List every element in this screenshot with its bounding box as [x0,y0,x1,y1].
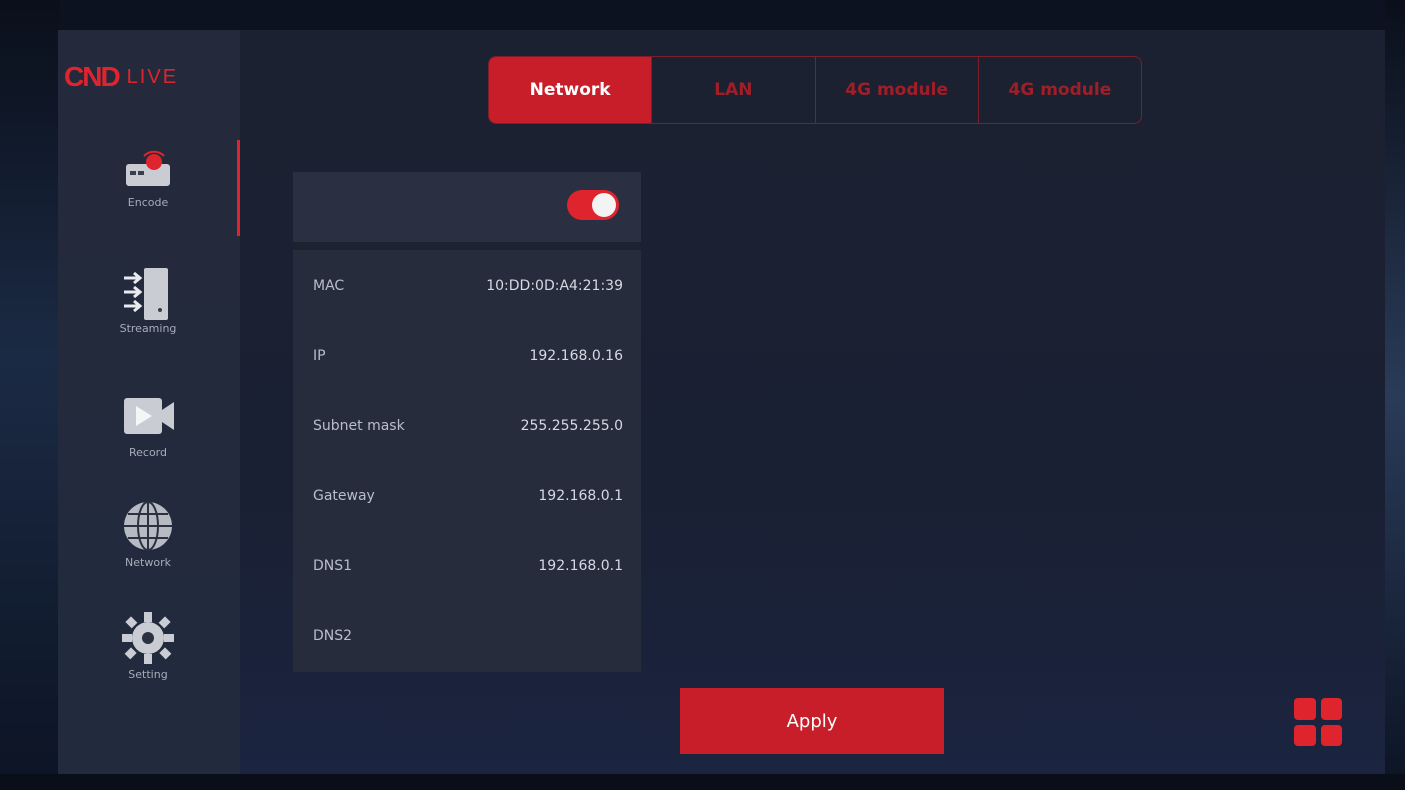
brand-logo: CND LIVE [64,61,179,92]
tab-4g-module-1[interactable]: 4G module [816,57,979,123]
sidebar-item-setting[interactable]: Setting [88,610,208,681]
tab-4g-module-2[interactable]: 4G module [979,57,1141,123]
app-window: CND LIVE Encode Streaming Record Network… [58,30,1385,774]
sidebar-item-network[interactable]: Network [88,498,208,569]
field-label: DNS1 [313,558,353,574]
network-enable-toggle[interactable] [567,190,619,220]
grid-cell [1294,698,1316,720]
gear-icon [122,612,174,664]
field-value[interactable]: 192.168.0.1 [538,558,623,574]
sidebar: CND LIVE Encode Streaming Record Network… [58,30,240,774]
sidebar-item-record[interactable]: Record [88,388,208,459]
grid-cell [1320,698,1342,720]
field-label: Gateway [313,488,375,504]
tab-network[interactable]: Network [489,57,653,123]
field-row-dns2: DNS2 [313,616,623,656]
sidebar-item-streaming[interactable]: Streaming [88,264,208,335]
sidebar-item-encode[interactable]: Encode [88,138,208,209]
streaming-icon [124,268,168,320]
field-value[interactable]: 255.255.255.0 [521,418,623,434]
network-info-panel: MAC 10:DD:0D:A4:21:39 IP 192.168.0.16 Su… [293,172,641,672]
field-row-subnet-mask: Subnet mask 255.255.255.0 [313,406,623,446]
field-label: Subnet mask [313,418,405,434]
field-row-mac: MAC 10:DD:0D:A4:21:39 [313,266,623,306]
field-row-gateway: Gateway 192.168.0.1 [313,476,623,516]
logo-sub: LIVE [126,65,179,88]
grid-cell [1320,724,1342,746]
field-row-dns1: DNS1 192.168.0.1 [313,546,623,586]
background-bottom [0,774,1405,790]
field-label: DNS2 [313,628,353,644]
encoder-icon [126,150,170,186]
apply-button[interactable]: Apply [680,688,944,754]
sidebar-item-label: Record [128,446,167,459]
field-row-ip: IP 192.168.0.16 [313,336,623,376]
grid-menu-icon[interactable] [1294,698,1342,746]
toggle-knob [592,193,616,217]
field-value[interactable]: 192.168.0.1 [538,488,623,504]
field-value[interactable]: 10:DD:0D:A4:21:39 [486,278,623,294]
background-left [0,0,60,790]
tab-lan[interactable]: LAN [652,57,816,123]
globe-icon [124,501,172,551]
sidebar-item-label: Streaming [119,322,177,335]
grid-cell [1294,724,1316,746]
tab-bar: Network LAN 4G module 4G module [488,56,1142,124]
sidebar-item-label: Network [125,556,171,569]
background-right [1385,0,1405,790]
panel-header [293,172,641,250]
sidebar-item-label: Encode [127,196,169,209]
sidebar-active-indicator [237,140,240,236]
record-icon [124,398,174,434]
logo-main: CND [64,61,121,92]
field-label: IP [313,348,326,364]
sidebar-item-label: Setting [128,668,168,681]
field-value[interactable]: 192.168.0.16 [529,348,623,364]
field-label: MAC [313,278,345,294]
